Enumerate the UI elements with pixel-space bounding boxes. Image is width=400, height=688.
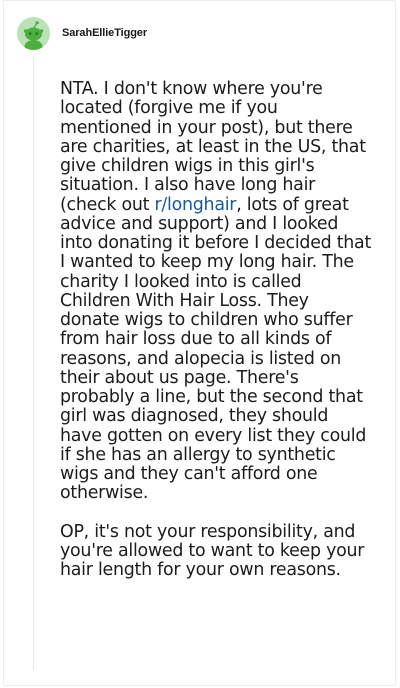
comment-body: NTA. I don't know where you're located (… xyxy=(60,79,372,580)
comment-username[interactable]: SarahEllieTigger xyxy=(62,27,147,39)
thread-line[interactable] xyxy=(33,56,34,670)
subreddit-link[interactable]: r/longhair xyxy=(155,195,237,215)
comment-paragraph-2: OP, it's not your responsibility, and yo… xyxy=(60,521,365,580)
snoo-avatar-icon[interactable] xyxy=(17,16,50,50)
comment-header: SarahEllieTigger xyxy=(17,15,147,51)
comment-paragraph-1: NTA. I don't know where you're located (… xyxy=(60,79,372,504)
paragraph-1-text-after-link: , lots of great advice and support) and … xyxy=(60,194,372,504)
